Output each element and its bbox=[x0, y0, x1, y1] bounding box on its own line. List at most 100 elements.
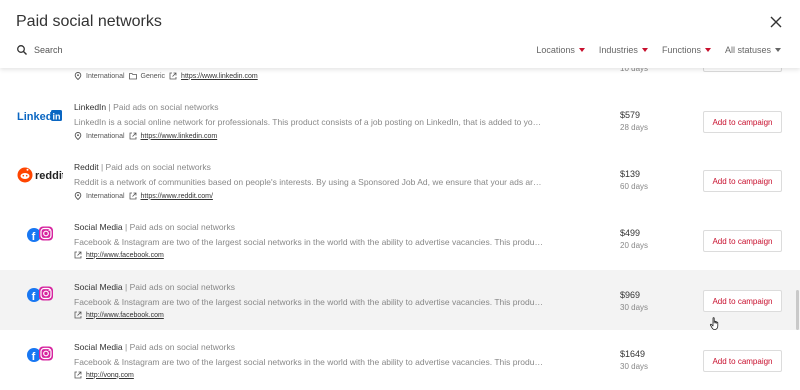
product-duration: 30 days bbox=[620, 362, 649, 371]
facebook-instagram-icon: f bbox=[27, 346, 53, 363]
product-title: Reddit bbox=[74, 162, 99, 172]
chevron-down-icon bbox=[578, 48, 585, 52]
list-item: f Social Media | Paid ads on social netw… bbox=[0, 210, 800, 271]
product-meta: International https://www.reddit.com/ bbox=[74, 192, 213, 200]
chevron-down-icon bbox=[775, 48, 781, 52]
product-link[interactable]: https://www.reddit.com/ bbox=[141, 193, 213, 200]
product-category: | Paid ads on social networks bbox=[108, 102, 219, 112]
product-title: LinkedIn bbox=[74, 102, 107, 112]
search-icon bbox=[17, 45, 27, 55]
product-meta: International Generic https://www.linked… bbox=[74, 72, 258, 80]
location-text: International bbox=[86, 192, 125, 200]
location-text: International bbox=[86, 132, 125, 140]
product-name: LinkedIn | Paid ads on social networks bbox=[74, 102, 218, 112]
filter-bar: Locations Industries Functions All statu… bbox=[536, 45, 781, 55]
list-item: reddit Reddit | Paid ads on social netwo… bbox=[0, 150, 800, 211]
location-pin-icon bbox=[74, 72, 82, 80]
product-description: Facebook & Instagram are two of the larg… bbox=[74, 237, 544, 247]
product-description: Facebook & Instagram are two of the larg… bbox=[74, 297, 544, 307]
external-link-icon bbox=[169, 72, 177, 80]
modal-header: Paid social networks Locations Industrie… bbox=[0, 0, 800, 68]
filter-functions[interactable]: Functions bbox=[662, 45, 711, 55]
product-price: $1649 bbox=[620, 349, 646, 359]
product-category: | Paid ads on social networks bbox=[125, 342, 235, 352]
product-meta: http://www.facebook.com bbox=[74, 311, 164, 319]
filter-label: Locations bbox=[536, 45, 575, 55]
external-link-icon bbox=[74, 371, 82, 379]
reddit-icon: reddit bbox=[17, 167, 63, 183]
product-link[interactable]: http://vonq.com bbox=[86, 372, 134, 379]
facebook-instagram-icon: f bbox=[27, 226, 53, 243]
scrollbar[interactable] bbox=[796, 290, 799, 330]
search-input[interactable] bbox=[34, 42, 334, 58]
list-item: f Social Media | Paid ads on social netw… bbox=[0, 330, 800, 390]
product-price: $499 bbox=[620, 228, 641, 238]
product-price: $969 bbox=[620, 290, 641, 300]
location-pin-icon bbox=[74, 132, 82, 140]
location-text: International bbox=[86, 72, 125, 80]
filter-statuses[interactable]: All statuses bbox=[725, 45, 781, 55]
linkedin-logo: Linked in bbox=[16, 104, 64, 128]
product-duration: 20 days bbox=[620, 241, 649, 250]
add-to-campaign-button[interactable]: Add to campaign bbox=[703, 170, 782, 192]
chevron-down-icon bbox=[641, 48, 648, 52]
industry-text: Generic bbox=[140, 72, 166, 80]
product-meta: http://www.facebook.com bbox=[74, 251, 164, 259]
product-price: $579 bbox=[620, 110, 641, 120]
product-description: LinkedIn is a social online network for … bbox=[74, 117, 544, 127]
product-description: Reddit is a network of communities based… bbox=[74, 177, 544, 187]
svg-text:f: f bbox=[32, 351, 36, 363]
product-description: Facebook & Instagram are two of the larg… bbox=[74, 357, 544, 367]
add-to-campaign-button[interactable]: Add to campaign bbox=[703, 111, 782, 133]
chevron-down-icon bbox=[704, 48, 711, 52]
facebook-instagram-logo: f bbox=[16, 342, 64, 366]
product-duration: 28 days bbox=[620, 123, 649, 132]
add-to-campaign-button[interactable]: Add to campaign bbox=[703, 230, 782, 252]
product-duration: 30 days bbox=[620, 303, 649, 312]
product-duration: 60 days bbox=[620, 182, 649, 191]
hand-cursor-icon bbox=[709, 317, 719, 330]
product-meta: http://vonq.com bbox=[74, 371, 134, 379]
list-item: Linked in LinkedIn | Paid ads on social … bbox=[0, 90, 800, 151]
svg-text:f: f bbox=[32, 231, 36, 243]
filter-industries[interactable]: Industries bbox=[599, 45, 648, 55]
external-link-icon bbox=[129, 192, 136, 200]
product-category: | Paid ads on social networks bbox=[100, 162, 211, 172]
reddit-logo: reddit bbox=[16, 163, 64, 187]
filter-label: Functions bbox=[661, 45, 701, 55]
facebook-instagram-logo: f bbox=[16, 222, 64, 246]
external-link-icon bbox=[74, 251, 82, 259]
modal-title: Paid social networks bbox=[16, 13, 162, 30]
product-category: | Paid ads on social networks bbox=[125, 222, 235, 232]
svg-text:f: f bbox=[32, 291, 36, 303]
product-title: Social Media bbox=[74, 342, 123, 352]
filter-label: All statuses bbox=[724, 45, 771, 55]
filter-locations[interactable]: Locations bbox=[536, 45, 585, 55]
linkedin-icon: Linked in bbox=[17, 110, 62, 123]
product-name: Social Media | Paid ads on social networ… bbox=[74, 222, 235, 232]
product-title: Social Media bbox=[74, 222, 123, 232]
product-link[interactable]: https://www.linkedin.com bbox=[181, 73, 258, 80]
product-link[interactable]: http://www.facebook.com bbox=[86, 252, 164, 259]
product-price: $139 bbox=[620, 169, 641, 179]
product-name: Social Media | Paid ads on social networ… bbox=[74, 342, 235, 352]
list-item: f Social Media | Paid ads on social netw… bbox=[0, 270, 800, 331]
add-to-campaign-button[interactable]: Add to campaign bbox=[703, 350, 782, 372]
filter-label: Industries bbox=[598, 45, 638, 55]
product-category: | Paid ads on social networks bbox=[125, 282, 235, 292]
external-link-icon bbox=[74, 311, 82, 319]
facebook-instagram-logo: f bbox=[16, 282, 64, 306]
product-link[interactable]: http://www.facebook.com bbox=[86, 312, 164, 319]
product-title: Social Media bbox=[74, 282, 123, 292]
add-to-campaign-button[interactable]: Add to campaign bbox=[703, 290, 782, 312]
product-name: Reddit | Paid ads on social networks bbox=[74, 162, 211, 172]
svg-text:Linked: Linked bbox=[17, 111, 52, 123]
svg-text:reddit: reddit bbox=[35, 170, 63, 182]
product-link[interactable]: https://www.linkedin.com bbox=[141, 133, 218, 140]
facebook-instagram-icon: f bbox=[27, 286, 53, 303]
location-pin-icon bbox=[74, 192, 82, 200]
product-meta: International https://www.linkedin.com bbox=[74, 132, 217, 140]
external-link-icon bbox=[129, 132, 136, 140]
close-icon[interactable] bbox=[766, 12, 786, 32]
svg-text:in: in bbox=[53, 112, 61, 122]
